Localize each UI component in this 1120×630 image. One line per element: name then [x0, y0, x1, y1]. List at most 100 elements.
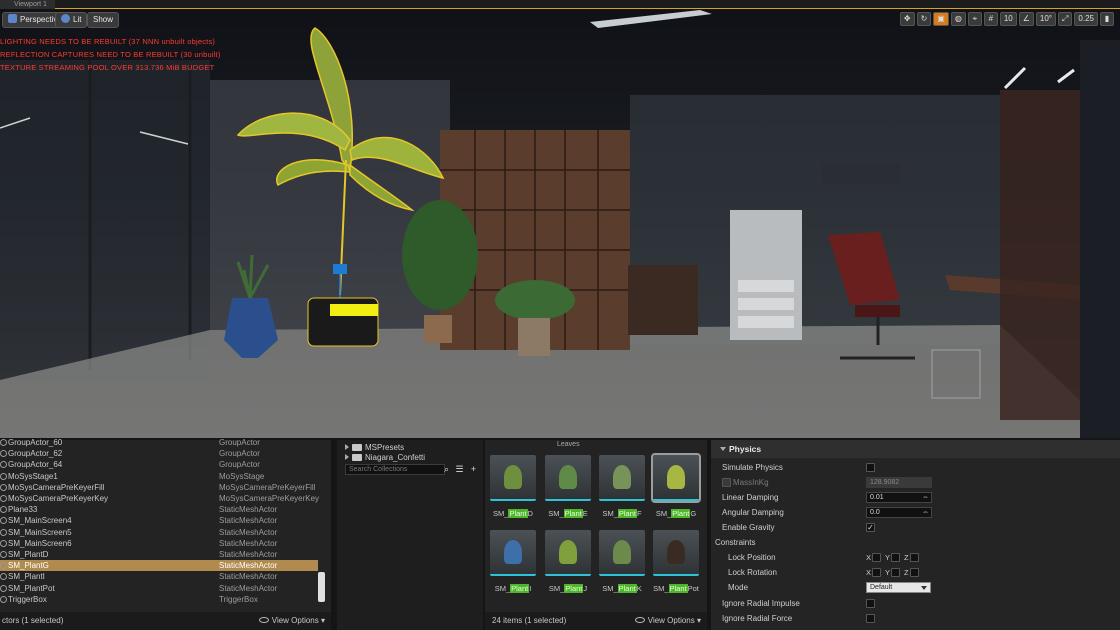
grid-snap-icon[interactable]: # [983, 12, 998, 26]
outliner-view-options[interactable]: View Options ▾ [258, 612, 325, 630]
grid-snap-value[interactable]: 10 [999, 12, 1017, 26]
texture-streaming-warning: TEXTURE STREAMING POOL OVER 313.736 MiB … [0, 63, 215, 72]
scale-icon[interactable]: ▣ [933, 12, 949, 26]
mass-override-checkbox[interactable] [722, 478, 731, 487]
rotation-snap-icon[interactable]: ∠ [1018, 12, 1034, 26]
actor-icon [0, 483, 7, 491]
actor-type: StaticMeshActor [219, 516, 278, 526]
actor-type: StaticMeshActor [219, 505, 278, 515]
asset-label: SM_PlantPot [649, 584, 703, 593]
field-value: 0.01 [870, 494, 884, 501]
physics-section-header[interactable]: Physics [711, 440, 1120, 458]
asset-label: SM_PlantJ [541, 584, 595, 593]
asset-tile[interactable] [651, 453, 701, 503]
simulate-physics-checkbox[interactable] [866, 463, 875, 472]
asset-tile[interactable] [490, 455, 536, 501]
lock-rotation-y-checkbox[interactable] [891, 568, 900, 577]
lock-position-y-checkbox[interactable] [891, 553, 900, 562]
lock-rotation-row: Lock Rotation X Y Z [711, 565, 1120, 580]
outliner-row[interactable]: GroupActor_60 GroupActor [0, 437, 318, 448]
outliner-row[interactable]: SM_PlantG StaticMeshActor [0, 560, 318, 572]
collections-search-input[interactable]: Search Collections [345, 464, 445, 475]
assets-view-options[interactable]: View Options ▾ [634, 612, 701, 630]
mass-field[interactable]: 128.9082 [866, 477, 932, 488]
actor-name: GroupActor_62 [8, 449, 63, 459]
rotation-snap-value[interactable]: 10° [1035, 12, 1057, 26]
outliner-row[interactable]: SM_MainScreen6 StaticMeshActor [0, 538, 318, 549]
field-value: 0.0 [870, 509, 880, 516]
folder-label: Niagara_Confetti [365, 453, 426, 462]
spin-arrows-icon[interactable]: ⇔ [922, 493, 929, 502]
content-browser-assets: Leaves SM_PlantD SM_PlantE SM_PlantF SM_Pla… [485, 440, 707, 630]
show-button[interactable]: Show [87, 12, 120, 28]
outliner-row[interactable]: SM_MainScreen4 StaticMeshActor [0, 515, 318, 526]
asset-suffix: Pot [687, 584, 699, 593]
property-label: Mode [728, 583, 749, 592]
show-label: Show [93, 15, 114, 24]
outliner-row[interactable]: MoSysCameraPreKeyerKey MoSysCameraPreKeye… [0, 493, 319, 504]
search-icon[interactable]: ⌕ [441, 464, 452, 475]
lock-rotation-z-checkbox[interactable] [910, 568, 919, 577]
asset-thumbnail [613, 465, 631, 489]
rotate-icon[interactable]: ↻ [916, 12, 932, 26]
camera-speed-icon[interactable]: ▮ [1100, 12, 1114, 26]
asset-label: SM_PlantK [595, 584, 649, 593]
actor-name: MoSysCameraPreKeyerFill [8, 482, 105, 492]
asset-tile[interactable] [490, 530, 536, 576]
viewport-tab[interactable]: Viewport 1 [0, 0, 55, 9]
asset-tile[interactable] [545, 455, 591, 501]
eye-icon [634, 617, 645, 623]
ignore-radial-impulse-checkbox[interactable] [866, 599, 875, 608]
actor-icon [0, 472, 7, 480]
property-label: Constraints [715, 538, 756, 547]
add-collection-icon[interactable]: + [468, 464, 479, 475]
constraints-row[interactable]: Constraints [711, 535, 1120, 550]
actor-type: StaticMeshActor [219, 561, 278, 571]
plant-foliage [402, 200, 478, 310]
chevron-down-icon [921, 586, 927, 590]
outliner-row[interactable]: MoSysCameraPreKeyerFill MoSysCameraPreKey… [0, 482, 318, 493]
outliner-row[interactable]: SM_PlantPot StaticMeshActor [0, 583, 318, 594]
outliner-scrollbar[interactable] [318, 572, 325, 602]
outliner-footer: ctors (1 selected) View Options ▾ [0, 612, 331, 630]
section-title: Physics [729, 444, 762, 454]
outliner-row[interactable]: Plane33 StaticMeshActor [0, 504, 318, 515]
enable-gravity-checkbox[interactable]: ✓ [866, 523, 875, 532]
property-label: Ignore Radial Impulse [722, 599, 800, 608]
linear-damping-field[interactable]: 0.01 ⇔ [866, 492, 932, 503]
outliner-row[interactable]: MoSysStage1 MoSysStage [0, 471, 318, 482]
translate-icon[interactable]: ✥ [899, 12, 915, 26]
asset-tile[interactable] [599, 455, 645, 501]
axis-x-label: X [866, 568, 872, 577]
lit-button[interactable]: Lit [55, 12, 88, 28]
ignore-radial-force-checkbox[interactable] [866, 614, 875, 623]
scale-snap-value[interactable]: 0.25 [1074, 12, 1098, 26]
scale-snap-icon[interactable]: ⤢ [1058, 12, 1073, 26]
level-viewport[interactable]: Viewport 1 Perspective Lit Show LIGHTING… [0, 0, 1120, 438]
folder-icon [352, 444, 362, 451]
lock-position-x-checkbox[interactable] [872, 553, 881, 562]
outliner-row[interactable]: TriggerBox TriggerBox [0, 594, 318, 605]
mode-dropdown[interactable]: Default [866, 582, 931, 593]
asset-tile[interactable] [653, 530, 699, 576]
outliner-row[interactable]: SM_PlantI StaticMeshActor [0, 571, 318, 582]
asset-tile[interactable] [545, 530, 591, 576]
spin-arrows-icon[interactable]: ⇔ [922, 508, 929, 517]
asset-tile[interactable] [599, 530, 645, 576]
world-local-icon[interactable]: ◍ [950, 12, 966, 26]
angular-damping-field[interactable]: 0.0 ⇔ [866, 507, 932, 518]
surface-snap-icon[interactable]: ⌖ [967, 12, 982, 26]
outliner-row[interactable]: SM_MainScreen5 StaticMeshActor [0, 527, 318, 538]
property-label: Enable Gravity [722, 523, 775, 532]
lock-rotation-x-checkbox[interactable] [872, 568, 881, 577]
actor-name: Plane33 [8, 505, 38, 515]
outliner-row[interactable]: GroupActor_64 GroupActor [0, 459, 318, 470]
asset-thumbnail [667, 540, 685, 564]
collections-list-icon[interactable]: ☰ [454, 464, 465, 475]
expand-arrow-icon[interactable] [345, 454, 349, 460]
outliner-row[interactable]: SM_PlantD StaticMeshActor [0, 549, 318, 560]
lock-position-z-checkbox[interactable] [910, 553, 919, 562]
outliner-row[interactable]: GroupActor_62 GroupActor [0, 448, 318, 459]
folder-item-niagara[interactable]: Niagara_Confetti [345, 452, 425, 463]
expand-arrow-icon[interactable] [345, 444, 349, 450]
